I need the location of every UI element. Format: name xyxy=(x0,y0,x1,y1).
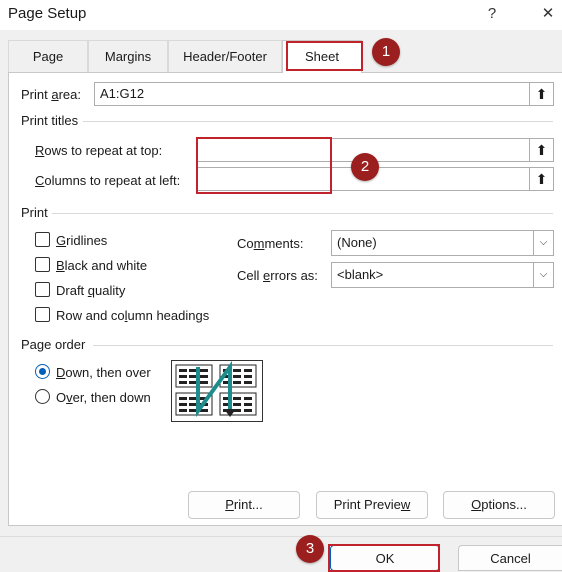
collapse-dialog-icon[interactable]: ⬆ xyxy=(529,168,553,190)
chevron-down-icon[interactable]: ⌵ xyxy=(533,231,553,255)
page-order-preview xyxy=(171,360,263,422)
over-then-down-label: Over, then down xyxy=(56,390,151,405)
black-white-checkbox[interactable] xyxy=(35,257,50,272)
comments-select[interactable]: (None) ⌵ xyxy=(331,230,554,256)
cancel-button[interactable]: Cancel xyxy=(458,545,562,571)
print-titles-heading: Print titles xyxy=(21,113,79,128)
dialog-title: Page Setup xyxy=(8,5,87,22)
gridlines-checkbox[interactable] xyxy=(35,232,50,247)
annotation-box-ok xyxy=(328,544,440,572)
divider xyxy=(83,121,553,122)
down-then-over-radio[interactable] xyxy=(35,364,50,379)
over-then-down-radio[interactable] xyxy=(35,389,50,404)
collapse-dialog-icon[interactable]: ⬆ xyxy=(529,83,553,105)
close-icon[interactable]: ✕ xyxy=(534,3,562,25)
row-col-headings-label: Row and column headings xyxy=(56,308,210,323)
footer-divider xyxy=(0,536,562,537)
row-col-headings-checkbox[interactable] xyxy=(35,307,50,322)
divider xyxy=(93,345,553,346)
annotation-badge-3: 3 xyxy=(296,535,324,563)
help-button[interactable]: ? xyxy=(478,3,506,25)
print-heading: Print xyxy=(21,205,48,220)
draft-quality-label: Draft quality xyxy=(56,283,126,298)
print-button[interactable]: Print... xyxy=(188,491,300,519)
down-then-over-label: Down, then over xyxy=(56,365,151,380)
comments-value: (None) xyxy=(337,235,377,250)
options-button[interactable]: Options... xyxy=(443,491,555,519)
collapse-dialog-icon[interactable]: ⬆ xyxy=(529,139,553,161)
tab-header-footer[interactable]: Header/Footer xyxy=(168,40,282,72)
rows-repeat-label: Rows to repeat at top: xyxy=(35,143,163,158)
draft-quality-checkbox[interactable] xyxy=(35,282,50,297)
print-preview-button[interactable]: Print Preview xyxy=(316,491,428,519)
tab-page[interactable]: Page xyxy=(8,40,88,72)
print-area-input[interactable]: A1:G12 xyxy=(95,83,553,105)
annotation-box-titles xyxy=(196,137,332,194)
cell-errors-select[interactable]: <blank> ⌵ xyxy=(331,262,554,288)
print-area-field[interactable]: A1:G12 ⬆ xyxy=(94,82,554,106)
cell-errors-value: <blank> xyxy=(337,267,384,282)
tab-margins[interactable]: Margins xyxy=(88,40,168,72)
print-area-label: Print area: xyxy=(21,87,81,102)
black-white-label: Black and white xyxy=(56,258,148,273)
divider xyxy=(52,213,553,214)
cols-repeat-label: Columns to repeat at left: xyxy=(35,173,181,188)
comments-label: Comments: xyxy=(237,236,304,251)
cell-errors-label: Cell errors as: xyxy=(237,268,318,283)
annotation-badge-2: 2 xyxy=(351,153,379,181)
page-order-heading: Page order xyxy=(21,337,86,352)
annotation-badge-1: 1 xyxy=(372,38,400,66)
gridlines-label: Gridlines xyxy=(56,233,108,248)
chevron-down-icon[interactable]: ⌵ xyxy=(533,263,553,287)
annotation-box-sheet-tab xyxy=(286,41,363,71)
page-order-diagram-icon xyxy=(175,360,257,418)
